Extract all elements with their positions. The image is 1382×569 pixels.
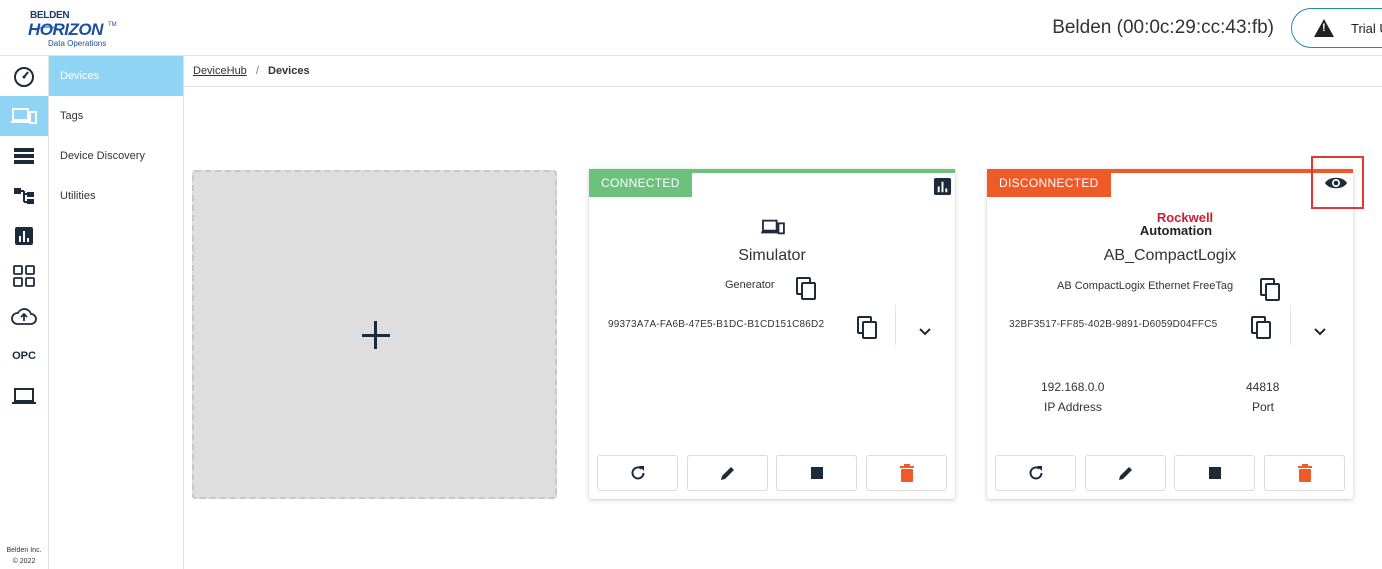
device-uuid: 99373A7A-FA6B-47E5-B1DC-B1CD151C86D2 [608, 319, 825, 330]
copy-icon [796, 277, 816, 300]
device-driver: AB CompactLogix Ethernet FreeTag [1057, 280, 1234, 292]
device-card-simulator: CONNECTED Simulator Generator 99373A7A-F… [589, 169, 955, 499]
highlight-annotation [1311, 156, 1364, 209]
rail-hierarchy[interactable] [0, 176, 48, 216]
copy-uuid-button[interactable] [857, 316, 879, 345]
copyright: Belden Inc. © 2022 [6, 547, 42, 565]
submenu-item-tags[interactable]: Tags [49, 96, 183, 136]
delete-button[interactable] [866, 455, 947, 491]
pencil-icon [1118, 467, 1132, 480]
logo-tagline: Data Operations [48, 39, 107, 48]
device-type-icon [760, 217, 786, 242]
copy-icon [1260, 278, 1280, 301]
breadcrumb-separator: / [255, 65, 259, 77]
port-value: 44818 [1246, 380, 1280, 394]
bar-chart-icon [15, 227, 33, 245]
device-uuid: 32BF3517-FF85-402B-9891-D6059D04FFC5 [1009, 319, 1218, 330]
trial-button[interactable]: ! Trial U [1291, 8, 1382, 48]
trash-icon [899, 464, 914, 482]
trial-label: Trial U [1351, 21, 1382, 36]
device-name: Simulator [738, 247, 806, 264]
stop-button[interactable] [1174, 455, 1255, 491]
rail-devices[interactable] [0, 96, 48, 136]
stop-button[interactable] [776, 455, 857, 491]
status-badge: DISCONNECTED [987, 169, 1111, 197]
submenu: Devices Tags Device Discovery Utilities [49, 56, 184, 569]
copy-uuid-button[interactable] [1251, 316, 1273, 345]
rail-apps[interactable] [0, 256, 48, 296]
grid-apps-icon [13, 265, 35, 287]
refresh-button[interactable] [597, 455, 678, 491]
breadcrumb-current: Devices [268, 65, 310, 77]
stop-icon [810, 467, 823, 479]
stop-icon [1208, 467, 1221, 479]
breadcrumb: DeviceHub / Devices [184, 56, 1382, 87]
ip-address-label: IP Address [1044, 400, 1102, 414]
rail-opc[interactable]: OPC [0, 336, 48, 376]
card-actions [597, 455, 947, 491]
logo-trademark: TM [108, 22, 117, 28]
card-actions [995, 455, 1345, 491]
delete-button[interactable] [1264, 455, 1345, 491]
rail-dashboard[interactable] [0, 56, 48, 96]
belden-horizon-logo[interactable]: BELDEN HORIZON TM Data Operations [28, 10, 118, 48]
device-card-ab-compactlogix: DISCONNECTED Rockwell Automation AB_Comp… [987, 169, 1353, 499]
rail-analytics[interactable] [0, 216, 48, 256]
chevron-down-icon [1314, 328, 1326, 336]
expand-button[interactable] [918, 324, 932, 342]
port-label: Port [1252, 400, 1275, 414]
rockwell-automation-logo: Rockwell Automation [1139, 210, 1214, 238]
copy-driver-button[interactable] [1260, 278, 1282, 307]
edit-button[interactable] [687, 455, 768, 491]
refresh-icon [631, 466, 644, 480]
stats-button[interactable] [933, 177, 952, 201]
ip-address-value: 192.168.0.0 [1041, 380, 1105, 394]
dashboard-gauge-icon [14, 67, 34, 87]
trash-icon [1297, 464, 1312, 482]
rail-cloud[interactable] [0, 296, 48, 336]
laptop-icon [12, 388, 36, 404]
refresh-button[interactable] [995, 455, 1076, 491]
rail-storage[interactable] [0, 136, 48, 176]
submenu-item-utilities[interactable]: Utilities [49, 176, 183, 216]
devices-icon [11, 108, 37, 124]
copy-driver-button[interactable] [796, 277, 818, 306]
device-driver: Generator [725, 279, 775, 291]
icon-rail: OPC Belden Inc. © 2022 [0, 56, 49, 569]
top-header: BELDEN HORIZON TM Data Operations Belden… [0, 0, 1382, 56]
main-content: DeviceHub / Devices CONNECTED Simulator … [184, 56, 1382, 569]
device-name: AB_CompactLogix [1103, 247, 1237, 264]
logo-product: HORIZON [28, 20, 103, 39]
expand-button[interactable] [1313, 324, 1327, 342]
devices-icon [761, 219, 785, 235]
rail-laptop[interactable] [0, 376, 48, 416]
device-title: Belden (00:0c:29:cc:43:fb) [1052, 17, 1274, 38]
status-badge: CONNECTED [589, 169, 692, 197]
copy-icon [857, 316, 877, 339]
cloud-upload-icon [11, 308, 37, 325]
chevron-down-icon [919, 328, 931, 336]
hierarchy-icon [14, 188, 34, 204]
pencil-icon [720, 467, 734, 480]
edit-button[interactable] [1085, 455, 1166, 491]
opc-label: OPC [12, 350, 36, 362]
add-device-card[interactable] [192, 170, 557, 499]
storage-list-icon [14, 148, 34, 164]
submenu-item-device-discovery[interactable]: Device Discovery [49, 136, 183, 176]
refresh-icon [1029, 466, 1042, 480]
breadcrumb-root-link[interactable]: DeviceHub [193, 65, 247, 77]
copy-icon [1251, 316, 1271, 339]
submenu-item-devices[interactable]: Devices [49, 56, 183, 96]
bar-chart-icon [933, 177, 952, 196]
